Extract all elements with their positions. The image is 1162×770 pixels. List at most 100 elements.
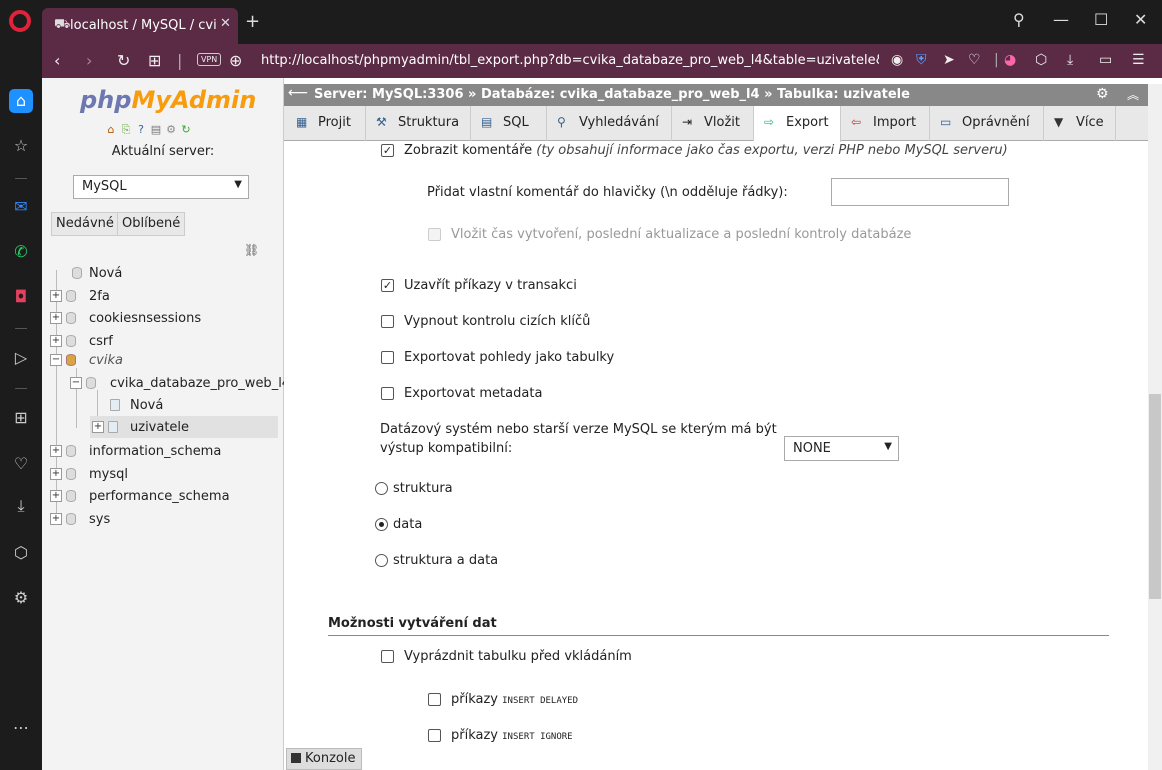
- page-scrollbar[interactable]: [1148, 84, 1162, 770]
- tree-item-db-group[interactable]: − cvika: [50, 351, 270, 371]
- reload-icon[interactable]: ↻: [117, 52, 130, 70]
- close-icon[interactable]: ✕: [1134, 10, 1147, 29]
- expand-icon[interactable]: +: [50, 335, 62, 347]
- maximize-icon[interactable]: ☐: [1094, 10, 1108, 29]
- home-icon[interactable]: ⌂: [104, 123, 118, 137]
- gear-icon[interactable]: ⚙: [1096, 86, 1109, 102]
- heart-icon[interactable]: ♡: [9, 452, 33, 476]
- wrap-transactions-checkbox[interactable]: ✓: [381, 279, 394, 292]
- help-icon[interactable]: ?: [134, 123, 148, 137]
- privileges-icon: ▭: [940, 115, 952, 129]
- tab-sql[interactable]: ▤ SQL: [471, 106, 547, 141]
- back-icon[interactable]: ‹: [54, 52, 60, 70]
- opera-logo-icon[interactable]: [9, 10, 31, 32]
- server-select-value: MySQL: [82, 179, 127, 194]
- compat-select[interactable]: NONE ▼: [784, 436, 899, 461]
- camera-icon[interactable]: ◉: [891, 52, 903, 68]
- export-metadata-checkbox[interactable]: [381, 387, 394, 400]
- download-icon[interactable]: ⤓: [9, 494, 33, 518]
- grid-icon[interactable]: ⊞: [9, 406, 33, 430]
- breadcrumb-text[interactable]: Server: MySQL:3306 » Databáze: cvika_dat…: [314, 87, 910, 102]
- logout-icon[interactable]: ⎘: [119, 123, 133, 137]
- search-icon[interactable]: ⚲: [1013, 10, 1025, 29]
- instagram-icon[interactable]: ◘: [9, 285, 33, 309]
- tab-browse[interactable]: ▦ Projit: [286, 106, 366, 141]
- insert-ignore-checkbox[interactable]: [428, 729, 441, 742]
- link-icon[interactable]: ⛓: [244, 243, 259, 257]
- tab-more[interactable]: ▼ Více: [1044, 106, 1116, 141]
- send-icon[interactable]: ➤: [943, 52, 955, 68]
- tab-insert[interactable]: ⇥ Vložit: [672, 106, 754, 141]
- tree-item-db[interactable]: + mysql: [50, 465, 270, 485]
- show-comments-checkbox[interactable]: ✓: [381, 144, 394, 157]
- reload-icon[interactable]: ↻: [179, 123, 193, 137]
- settings-icon[interactable]: ⚙: [9, 586, 33, 610]
- menu-icon[interactable]: ☰: [1132, 52, 1145, 68]
- insert-time-checkbox[interactable]: [428, 228, 441, 241]
- cube-icon[interactable]: ⬡: [9, 541, 33, 565]
- whatsapp-icon[interactable]: ✆: [9, 240, 33, 264]
- home-icon[interactable]: ⌂: [9, 89, 33, 113]
- collapse-top-icon[interactable]: ︽: [1127, 86, 1139, 103]
- heart-icon[interactable]: ♡: [968, 52, 981, 68]
- truncate-checkbox[interactable]: [381, 650, 394, 663]
- gear-icon[interactable]: ⚙: [164, 123, 178, 137]
- expand-icon[interactable]: +: [50, 490, 62, 502]
- new-tab-button[interactable]: +: [245, 13, 260, 31]
- tree-item-db[interactable]: + csrf: [50, 332, 270, 352]
- shield-icon[interactable]: ⛨: [916, 52, 927, 68]
- recent-button[interactable]: Nedávné: [51, 212, 119, 236]
- collapse-icon[interactable]: −: [50, 354, 62, 366]
- radio-structure-data[interactable]: [375, 554, 388, 567]
- tree-item-db-active[interactable]: − cvika_databaze_pro_web_l4: [70, 374, 290, 394]
- collapse-icon[interactable]: −: [70, 377, 82, 389]
- more-icon[interactable]: ⋯: [9, 716, 33, 740]
- radio-structure[interactable]: [375, 482, 388, 495]
- disable-fk-checkbox[interactable]: [381, 315, 394, 328]
- tab-structure[interactable]: ⚒ Struktura: [366, 106, 471, 141]
- collapse-nav-icon[interactable]: ⟵: [288, 85, 308, 101]
- expand-icon[interactable]: +: [50, 312, 62, 324]
- console-toggle[interactable]: Konzole: [286, 748, 362, 770]
- tree-item-db[interactable]: + 2fa: [50, 287, 270, 307]
- expand-icon[interactable]: +: [50, 468, 62, 480]
- expand-icon[interactable]: +: [50, 445, 62, 457]
- tree-item-db[interactable]: + performance_schema: [50, 487, 270, 507]
- speed-dial-icon[interactable]: ⊞: [148, 52, 161, 70]
- tab-import[interactable]: ⇦ Import: [841, 106, 930, 141]
- url-field[interactable]: http://localhost/phpmyadmin/tbl_export.p…: [261, 53, 879, 68]
- tab-search[interactable]: ⚲ Vyhledávání: [547, 106, 672, 141]
- phpmyadmin-logo[interactable]: phpMyAdmin: [80, 86, 256, 114]
- tree-item-db[interactable]: + sys: [50, 510, 270, 530]
- insert-delayed-checkbox[interactable]: [428, 693, 441, 706]
- tree-item-table-active[interactable]: + uzivatele: [90, 416, 278, 438]
- tree-item-db[interactable]: + information_schema: [50, 442, 270, 462]
- tab-export[interactable]: ⇨ Export: [754, 106, 841, 142]
- server-select[interactable]: MySQL ▼: [73, 175, 249, 199]
- tree-item-new-db[interactable]: Nová: [54, 264, 274, 284]
- custom-comment-input[interactable]: [831, 178, 1009, 206]
- messenger-icon[interactable]: ✉: [9, 195, 33, 219]
- tab-privileges[interactable]: ▭ Oprávnění: [930, 106, 1044, 141]
- color-wheel-icon[interactable]: ◕: [1004, 52, 1016, 68]
- browser-tab[interactable]: ⛟ localhost / MySQL / cvika_databaze_pro…: [42, 8, 238, 44]
- tree-item-new-table[interactable]: Nová: [98, 396, 278, 416]
- tree-item-db[interactable]: + cookiesnsessions: [50, 309, 270, 329]
- radio-data[interactable]: [375, 518, 388, 531]
- forward-icon[interactable]: ›: [86, 52, 92, 70]
- scrollbar-thumb[interactable]: [1149, 394, 1161, 599]
- star-icon[interactable]: ☆: [9, 134, 33, 158]
- minimize-icon[interactable]: —: [1053, 10, 1069, 29]
- cube-icon[interactable]: ⬡: [1035, 52, 1047, 68]
- expand-icon[interactable]: +: [92, 421, 104, 433]
- expand-icon[interactable]: +: [50, 290, 62, 302]
- docs-icon[interactable]: ▤: [149, 123, 163, 137]
- download-icon[interactable]: ⤓: [1067, 52, 1073, 68]
- tab-close-icon[interactable]: ✕: [220, 16, 231, 31]
- vpn-badge[interactable]: VPN: [197, 53, 222, 66]
- export-views-checkbox[interactable]: [381, 351, 394, 364]
- send-icon[interactable]: ▷: [9, 346, 33, 370]
- expand-icon[interactable]: +: [50, 513, 62, 525]
- battery-icon[interactable]: ▭: [1099, 52, 1112, 68]
- favorites-button[interactable]: Oblíbené: [117, 212, 186, 236]
